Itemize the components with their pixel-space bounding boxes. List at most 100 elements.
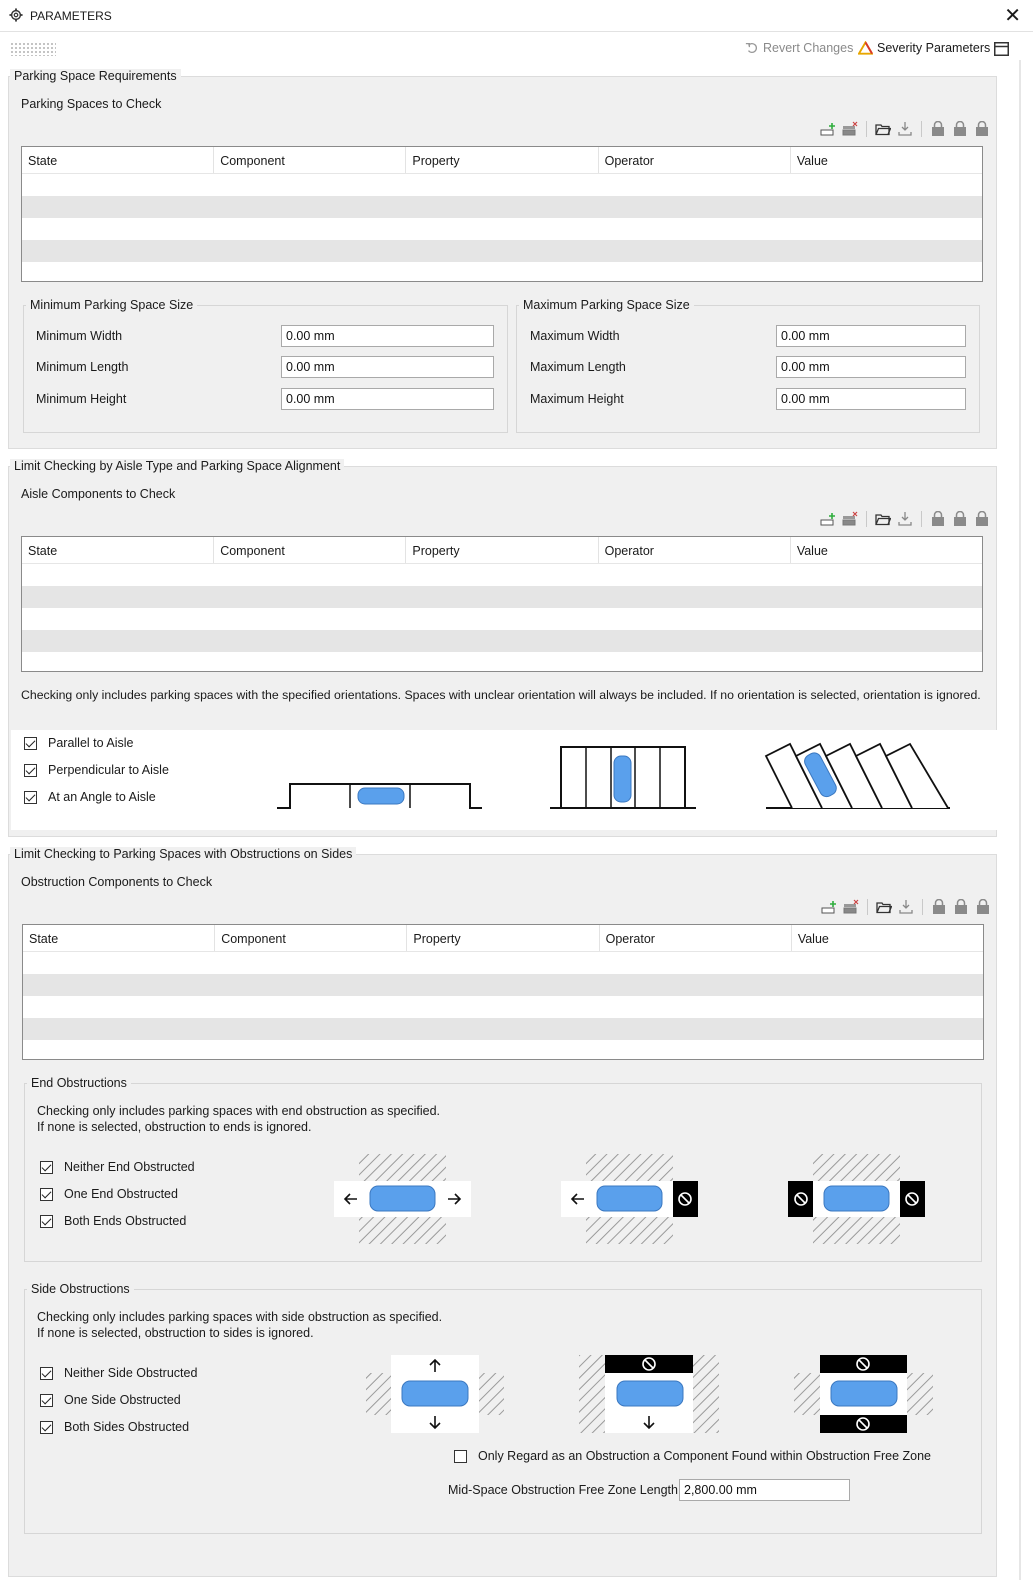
drag-grip[interactable]	[10, 42, 56, 56]
table-row[interactable]	[22, 608, 982, 630]
column-header[interactable]: Value	[792, 925, 983, 951]
checkbox-label: Parallel to Aisle	[48, 736, 134, 750]
lock-icon[interactable]	[975, 899, 991, 915]
lock-icon[interactable]	[974, 121, 990, 137]
minimum-height-field[interactable]	[281, 388, 494, 410]
add-row-icon[interactable]	[820, 121, 836, 137]
column-header[interactable]: Property	[406, 537, 599, 563]
table-row[interactable]	[22, 196, 982, 218]
column-header[interactable]: Component	[214, 147, 407, 173]
checkbox-box[interactable]	[40, 1393, 53, 1407]
field-label: Maximum Height	[530, 392, 624, 406]
delete-row-icon[interactable]	[843, 899, 859, 915]
column-header[interactable]: Property	[407, 925, 600, 951]
close-icon[interactable]: ✕	[1004, 6, 1021, 26]
grid-toolbar	[820, 511, 990, 527]
column-header[interactable]: Value	[791, 147, 982, 173]
parallel-to-aisle-checkbox[interactable]: Parallel to Aisle	[24, 736, 133, 750]
lock-icon[interactable]	[930, 121, 946, 137]
download-icon[interactable]	[897, 511, 913, 527]
checkbox-box[interactable]	[40, 1187, 53, 1201]
revert-changes-button[interactable]: Revert Changes	[745, 41, 853, 55]
column-header[interactable]: Component	[214, 537, 407, 563]
checkbox-box[interactable]	[454, 1449, 467, 1463]
one-end-obstructed-checkbox[interactable]: One End Obstructed	[40, 1187, 178, 1201]
section-title: Parking Space Requirements	[10, 69, 181, 83]
delete-row-icon[interactable]	[842, 121, 858, 137]
table-row[interactable]	[22, 630, 982, 652]
minimum-width-field[interactable]	[281, 325, 494, 347]
table-row[interactable]	[22, 262, 982, 281]
section-title: Limit Checking by Aisle Type and Parking…	[10, 459, 345, 473]
checkbox-box[interactable]	[40, 1420, 53, 1434]
column-header[interactable]: State	[22, 147, 215, 173]
column-header[interactable]: Operator	[599, 147, 791, 173]
table-row[interactable]	[23, 1040, 983, 1059]
obstruction-components-grid[interactable]: State Component Property Operator Value	[22, 924, 984, 1060]
column-header[interactable]: Value	[791, 537, 982, 563]
scrollbar[interactable]	[1019, 60, 1021, 1580]
table-row[interactable]	[23, 974, 983, 996]
grid-toolbar	[821, 899, 991, 915]
maximum-length-field[interactable]	[776, 356, 966, 378]
column-header[interactable]: Property	[406, 147, 599, 173]
column-header[interactable]: Operator	[600, 925, 792, 951]
delete-row-icon[interactable]	[842, 511, 858, 527]
column-header[interactable]: State	[23, 925, 216, 951]
checkbox-label: Both Ends Obstructed	[64, 1214, 187, 1228]
column-header[interactable]: Component	[215, 925, 408, 951]
folder-open-icon[interactable]	[875, 121, 891, 137]
section-title: Limit Checking to Parking Spaces with Ob…	[10, 847, 357, 861]
neither-side-obstructed-checkbox[interactable]: Neither Side Obstructed	[40, 1366, 197, 1380]
maximum-height-field[interactable]	[776, 388, 966, 410]
checkbox-box[interactable]	[24, 736, 37, 750]
checkbox-box[interactable]	[40, 1214, 53, 1228]
folder-open-icon[interactable]	[875, 511, 891, 527]
zone-length-field[interactable]	[679, 1479, 850, 1501]
folder-open-icon[interactable]	[876, 899, 892, 915]
neither-end-obstructed-checkbox[interactable]: Neither End Obstructed	[40, 1160, 195, 1174]
table-row[interactable]	[22, 586, 982, 608]
table-row[interactable]	[23, 996, 983, 1018]
table-row[interactable]	[22, 652, 982, 671]
column-header[interactable]: State	[22, 537, 215, 563]
download-icon[interactable]	[897, 121, 913, 137]
add-row-icon[interactable]	[820, 511, 836, 527]
lock-icon[interactable]	[930, 511, 946, 527]
checkbox-box[interactable]	[24, 763, 37, 777]
checkbox-box[interactable]	[24, 790, 37, 804]
table-row[interactable]	[22, 240, 982, 262]
parking-spaces-grid[interactable]: State Component Property Operator Value	[21, 146, 983, 282]
angle-to-aisle-checkbox[interactable]: At an Angle to Aisle	[24, 790, 156, 804]
aisle-components-grid[interactable]: State Component Property Operator Value	[21, 536, 983, 672]
download-icon[interactable]	[898, 899, 914, 915]
maximum-width-field[interactable]	[776, 325, 966, 347]
both-ends-obstructed-illustration	[788, 1154, 925, 1244]
one-side-obstructed-checkbox[interactable]: One Side Obstructed	[40, 1393, 181, 1407]
revert-icon	[745, 42, 757, 53]
lock-icon[interactable]	[931, 899, 947, 915]
add-row-icon[interactable]	[821, 899, 837, 915]
orientation-note: Checking only includes parking spaces wi…	[21, 688, 981, 702]
both-ends-obstructed-checkbox[interactable]: Both Ends Obstructed	[40, 1214, 186, 1228]
table-row[interactable]	[23, 1018, 983, 1040]
severity-parameters-button[interactable]: Severity Parameters	[858, 41, 990, 55]
table-row[interactable]	[22, 174, 982, 196]
table-row[interactable]	[22, 564, 982, 586]
table-row[interactable]	[22, 218, 982, 240]
lock-icon[interactable]	[953, 899, 969, 915]
checkbox-label: At an Angle to Aisle	[48, 790, 156, 804]
checkbox-box[interactable]	[40, 1160, 53, 1174]
field-label: Minimum Length	[36, 360, 129, 374]
both-sides-obstructed-checkbox[interactable]: Both Sides Obstructed	[40, 1420, 189, 1434]
table-row[interactable]	[23, 952, 983, 974]
lock-icon[interactable]	[952, 511, 968, 527]
window-icon[interactable]	[994, 42, 1009, 56]
column-header[interactable]: Operator	[599, 537, 791, 563]
minimum-length-field[interactable]	[281, 356, 494, 378]
lock-icon[interactable]	[952, 121, 968, 137]
checkbox-box[interactable]	[40, 1366, 53, 1380]
obstruction-free-zone-checkbox[interactable]: Only Regard as an Obstruction a Componen…	[454, 1449, 931, 1463]
lock-icon[interactable]	[974, 511, 990, 527]
perpendicular-to-aisle-checkbox[interactable]: Perpendicular to Aisle	[24, 763, 169, 777]
